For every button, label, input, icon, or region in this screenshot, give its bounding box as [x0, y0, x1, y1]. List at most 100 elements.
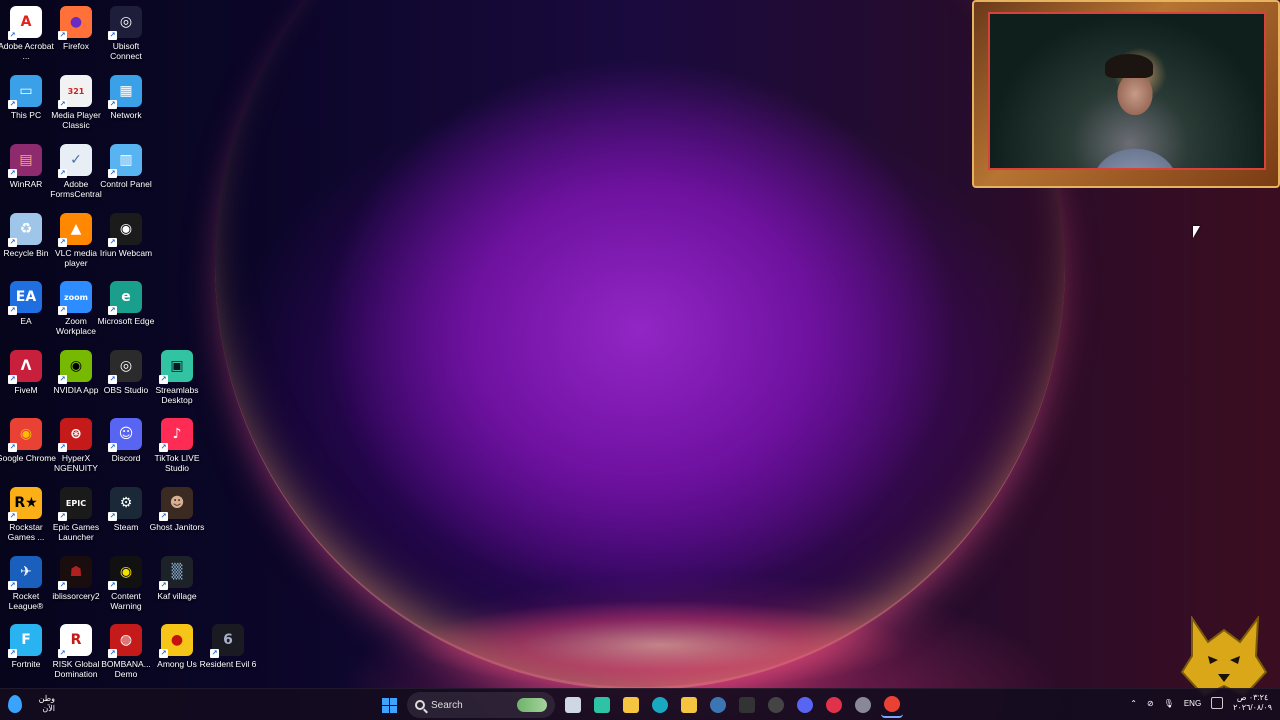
show-hidden-icons-chevron-icon[interactable]: ⌃: [1130, 699, 1137, 708]
content-warning-icon: ◉ ↗: [108, 556, 142, 590]
streamlabs-icon: ▣ ↗: [159, 350, 193, 384]
microphone-icon[interactable]: 🎙: [1164, 699, 1174, 708]
shortcut-arrow-icon: ↗: [108, 375, 117, 384]
desktop-icon[interactable]: ☗ ↗ iblissorcery2: [50, 556, 102, 601]
desktop-icon[interactable]: A ↗ Adobe Acrobat ...: [0, 6, 54, 61]
file-explorer-button[interactable]: [620, 692, 642, 718]
copilot-button[interactable]: [591, 692, 613, 718]
desktop-icon[interactable]: EA ↗ EA: [0, 281, 52, 326]
desktop-icon[interactable]: zoom ↗ Zoom Workplace: [50, 281, 102, 336]
desktop-icon[interactable]: ◎ ↗ OBS Studio: [100, 350, 152, 395]
obs-taskbar-button[interactable]: [765, 692, 787, 718]
winrar-icon: ▤ ↗: [8, 144, 42, 178]
steam-taskbar-button[interactable]: [707, 692, 729, 718]
desktop-icon[interactable]: ⚙ ↗ Steam: [100, 487, 152, 532]
start-button[interactable]: [378, 692, 400, 718]
search-highlight-icon: [517, 698, 547, 712]
among-us-icon: ● ↗: [159, 624, 193, 658]
display-icon[interactable]: [1211, 697, 1224, 709]
opera-taskbar-button[interactable]: [823, 692, 845, 718]
desktop-icon[interactable]: EPIC ↗ Epic Games Launcher: [50, 487, 102, 542]
mpc-icon: 321 ↗: [58, 75, 92, 109]
rockstar-icon: R★ ↗: [8, 487, 42, 521]
mouse-cursor-icon: [1193, 226, 1200, 238]
copilot-icon: [594, 697, 610, 713]
task-view-button[interactable]: [562, 692, 584, 718]
bombana-icon: ◍ ↗: [108, 624, 142, 658]
discord-taskbar-button[interactable]: [794, 692, 816, 718]
edge-taskbar-button[interactable]: [649, 692, 671, 718]
nvidia-icon: ◉ ↗: [58, 350, 92, 384]
desktop-icon[interactable]: ◍ ↗ BOMBANA... Demo: [100, 624, 152, 679]
desktop-icon[interactable]: ▭ ↗ This PC: [0, 75, 52, 120]
desktop-icon[interactable]: F ↗ Fortnite: [0, 624, 52, 669]
recycle-bin-icon: ♻ ↗: [8, 213, 42, 247]
hyperx-icon: ⊛ ↗: [58, 418, 92, 452]
vlc-icon: ▲ ↗: [58, 213, 92, 247]
wallpaper-orb: [215, 0, 1065, 690]
search-icon: [415, 700, 425, 710]
desktop-icon[interactable]: ✈ ↗ Rocket League®: [0, 556, 52, 611]
store-icon: [681, 697, 697, 713]
shortcut-arrow-icon: ↗: [210, 649, 219, 658]
desktop-icon[interactable]: R★ ↗ Rockstar Games ...: [0, 487, 52, 542]
file-explorer-icon: [623, 697, 639, 713]
desktop-icon[interactable]: R ↗ RISK Global Domination: [50, 624, 102, 679]
shortcut-arrow-icon: ↗: [8, 512, 17, 521]
desktop-icon[interactable]: ☺ ↗ Discord: [100, 418, 152, 463]
desktop-icon-label: Ghost Janitors: [149, 522, 205, 532]
clock-time: ٠٣:٢٤ ص: [1236, 693, 1269, 702]
shortcut-arrow-icon: ↗: [58, 443, 67, 452]
obs-icon: ◎ ↗: [108, 350, 142, 384]
desktop-icon[interactable]: ◉ ↗ Google Chrome: [0, 418, 56, 463]
chrome-icon: ◉ ↗: [8, 418, 42, 452]
system-tray: ⌃ ⊘ 🎙 ENG ٠٣:٢٤ ص ٢٠٢٦/٠٨/٠٩: [1130, 693, 1272, 713]
steam-taskbar-icon: [710, 697, 726, 713]
desktop-icon[interactable]: ◉ ↗ Iriun Webcam: [100, 213, 152, 258]
desktop-icon[interactable]: ▲ ↗ VLC media player: [50, 213, 102, 268]
search-box[interactable]: Search: [407, 692, 555, 718]
shortcut-arrow-icon: ↗: [108, 581, 117, 590]
settings-taskbar-button[interactable]: [852, 692, 874, 718]
ea-icon: EA ↗: [8, 281, 42, 315]
desktop-icon[interactable]: ◉ ↗ Content Warning: [100, 556, 152, 611]
forms-central-icon: ✓ ↗: [58, 144, 92, 178]
language-indicator[interactable]: ENG: [1184, 699, 1201, 708]
desktop-icon[interactable]: ● ↗ Firefox: [50, 6, 102, 51]
risk-icon: R ↗: [58, 624, 92, 658]
desktop-icon[interactable]: ⊛ ↗ HyperX NGENUITY: [50, 418, 102, 473]
desktop-icon[interactable]: ♻ ↗ Recycle Bin: [0, 213, 52, 258]
desktop-icon[interactable]: ☻ ↗ Ghost Janitors: [150, 487, 204, 532]
taskbar: وطن الآن Search ⌃ ⊘ 🎙 ENG ٠٣:٢٤ ص ٢٠٢٦/٠…: [0, 688, 1280, 720]
shortcut-arrow-icon: ↗: [159, 512, 168, 521]
chrome-taskbar-button[interactable]: [881, 692, 903, 718]
desktop-icon[interactable]: ▦ ↗ Network: [100, 75, 152, 120]
desktop-icon[interactable]: ▥ ↗ Control Panel: [100, 144, 152, 189]
desktop-icon[interactable]: ▣ ↗ Streamlabs Desktop: [151, 350, 203, 405]
iblissorcery-icon: ☗ ↗: [58, 556, 92, 590]
desktop-icon[interactable]: ✓ ↗ Adobe FormsCentral: [50, 144, 102, 199]
weather-widget[interactable]: وطن الآن: [8, 694, 55, 714]
epic-taskbar-button[interactable]: [736, 692, 758, 718]
desktop-icon[interactable]: ♪ ↗ TikTok LIVE Studio: [151, 418, 203, 473]
desktop-icon[interactable]: ◉ ↗ NVIDIA App: [50, 350, 102, 395]
clock-date: ٢٠٢٦/٠٨/٠٩: [1233, 703, 1272, 712]
opera-taskbar-icon: [826, 697, 842, 713]
this-pc-icon: ▭ ↗: [8, 75, 42, 109]
desktop-icon[interactable]: Λ ↗ FiveM: [0, 350, 52, 395]
store-button[interactable]: [678, 692, 700, 718]
desktop-icon[interactable]: 321 ↗ Media Player Classic: [50, 75, 102, 130]
desktop-icon[interactable]: ▤ ↗ WinRAR: [0, 144, 52, 189]
shortcut-arrow-icon: ↗: [58, 100, 67, 109]
shortcut-arrow-icon: ↗: [58, 581, 67, 590]
clock[interactable]: ٠٣:٢٤ ص ٢٠٢٦/٠٨/٠٩: [1233, 693, 1272, 713]
shortcut-arrow-icon: ↗: [8, 100, 17, 109]
desktop-icon[interactable]: ◎ ↗ Ubisoft Connect: [100, 6, 152, 61]
discord-taskbar-icon: [797, 697, 813, 713]
desktop-icon[interactable]: ▒ ↗ Kaf village: [151, 556, 203, 601]
desktop-icon[interactable]: 6 ↗ Resident Evil 6: [200, 624, 256, 669]
desktop-icon[interactable]: e ↗ Microsoft Edge: [98, 281, 154, 326]
desktop-icon[interactable]: ● ↗ Among Us: [151, 624, 203, 669]
edge-taskbar-icon: [652, 697, 668, 713]
network-off-icon[interactable]: ⊘: [1147, 699, 1154, 708]
